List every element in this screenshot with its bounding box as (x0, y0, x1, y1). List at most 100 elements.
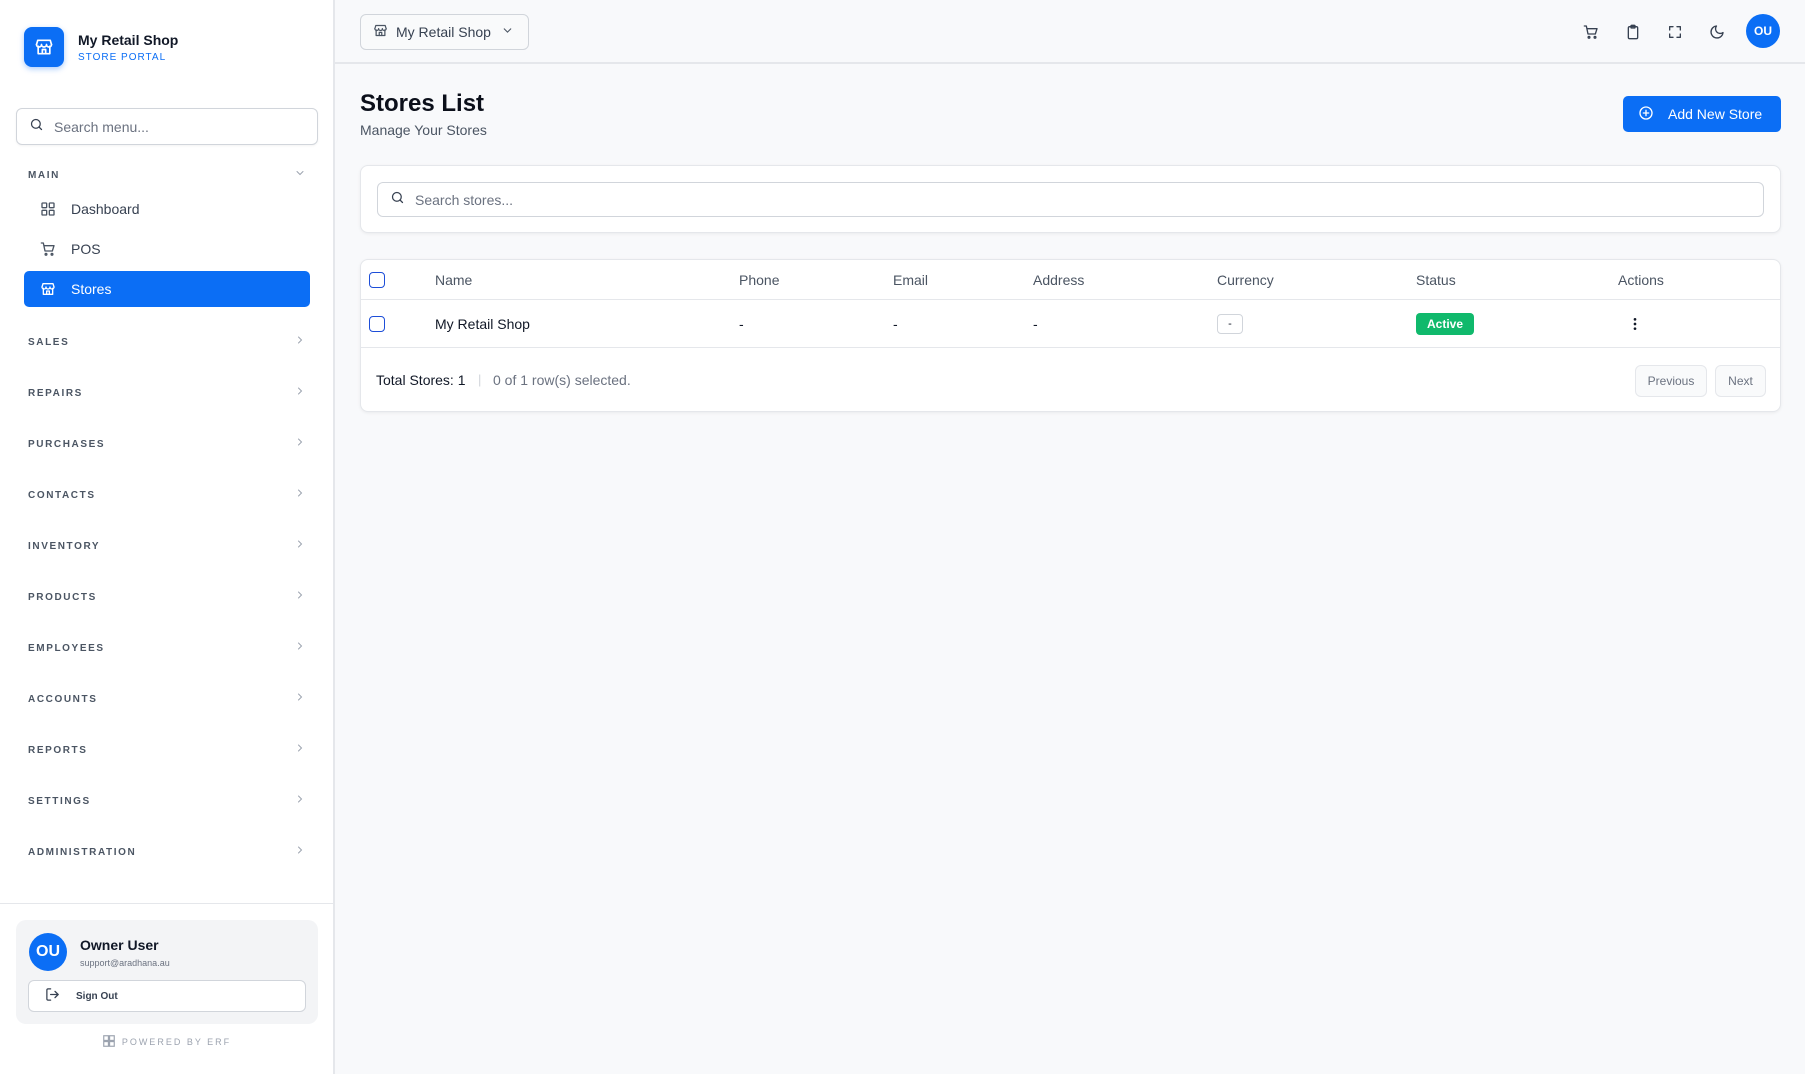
footer-separator: | (478, 372, 482, 387)
search-icon (29, 117, 44, 137)
moon-icon[interactable] (1705, 20, 1729, 44)
section-label: REPAIRS (28, 387, 83, 399)
section-accounts[interactable]: ACCOUNTS (28, 689, 306, 709)
cell-currency: - (1217, 300, 1243, 347)
row-select-cell (369, 300, 385, 347)
section-label: PURCHASES (28, 438, 106, 450)
total-stores-label: Total Stores: (376, 372, 454, 388)
section-label: CONTACTS (28, 489, 96, 501)
more-vertical-icon[interactable] (1623, 312, 1647, 336)
cell-name: My Retail Shop (435, 315, 530, 332)
search-icon (390, 190, 405, 210)
total-stores-value: 1 (457, 372, 466, 388)
select-all-cell (369, 260, 385, 299)
user-email: support@aradhana.au (80, 958, 170, 968)
user-avatar[interactable]: OU (1746, 14, 1780, 48)
section-label: SALES (28, 336, 70, 348)
status-badge: Active (1416, 312, 1475, 335)
powered-by: POWERED BY ERF (0, 1034, 333, 1050)
column-header-phone[interactable]: Phone (739, 260, 779, 299)
chevron-down-icon (501, 24, 514, 40)
brand-subtitle: STORE PORTAL (78, 51, 167, 63)
page-title: Stores List (360, 90, 485, 117)
avatar[interactable]: OU (29, 933, 67, 971)
previous-page-button[interactable]: Previous (1635, 365, 1707, 397)
select-all-checkbox[interactable] (369, 271, 385, 288)
store-icon (373, 23, 388, 41)
cell-address: - (1033, 315, 1038, 332)
topbar: My Retail Shop OU (335, 0, 1805, 64)
search-card (360, 165, 1781, 233)
total-stores: Total Stores: 1 (376, 372, 466, 388)
section-label: ACCOUNTS (28, 693, 98, 705)
cart-icon (40, 241, 56, 257)
logout-icon (45, 987, 60, 1005)
chevron-right-icon (294, 537, 306, 555)
section-products[interactable]: PRODUCTS (28, 587, 306, 607)
column-header-name[interactable]: Name (435, 260, 472, 299)
sign-out-label: Sign Out (76, 990, 118, 1002)
chevron-down-icon (294, 166, 306, 184)
brand[interactable]: My Retail Shop STORE PORTAL (24, 27, 178, 67)
store-selector[interactable]: My Retail Shop (360, 14, 529, 50)
store-selector-label: My Retail Shop (396, 24, 491, 40)
sidebar-item-label: POS (71, 241, 101, 257)
column-header-currency[interactable]: Currency (1217, 260, 1274, 299)
divider (0, 903, 333, 904)
chevron-right-icon (294, 741, 306, 759)
user-card: OU Owner User support@aradhana.au Sign O… (16, 920, 318, 1024)
table-header: Name Phone Email Address Currency Status… (361, 260, 1780, 300)
section-label: MAIN (28, 169, 60, 181)
powered-by-text: POWERED BY ERF (121, 1037, 232, 1047)
fullscreen-icon[interactable] (1663, 20, 1687, 44)
chevron-right-icon (294, 690, 306, 708)
section-settings[interactable]: SETTINGS (28, 791, 306, 811)
sidebar-item-label: Dashboard (71, 201, 140, 217)
section-label: EMPLOYEES (28, 642, 105, 654)
clipboard-icon[interactable] (1621, 20, 1645, 44)
chevron-right-icon (294, 333, 306, 351)
sign-out-button[interactable]: Sign Out (28, 980, 306, 1012)
page-subtitle: Manage Your Stores (360, 122, 487, 138)
sidebar-item-dashboard[interactable]: Dashboard (24, 191, 310, 227)
chevron-right-icon (294, 639, 306, 657)
chevron-right-icon (294, 843, 306, 861)
erf-logo-icon (102, 1034, 116, 1050)
cart-icon[interactable] (1579, 20, 1603, 44)
section-purchases[interactable]: PURCHASES (28, 434, 306, 454)
cell-status: Active (1416, 300, 1475, 347)
section-label: ADMINISTRATION (28, 846, 137, 858)
section-inventory[interactable]: INVENTORY (28, 536, 306, 556)
column-header-email[interactable]: Email (893, 260, 928, 299)
chevron-right-icon (294, 588, 306, 606)
section-label: SETTINGS (28, 795, 91, 807)
section-main[interactable]: MAIN (28, 165, 306, 185)
chevron-right-icon (294, 792, 306, 810)
store-icon (40, 281, 56, 297)
column-header-address[interactable]: Address (1033, 260, 1084, 299)
table-row[interactable]: My Retail Shop - - - - Active (361, 300, 1780, 348)
section-sales[interactable]: SALES (28, 332, 306, 352)
row-checkbox[interactable] (369, 315, 385, 332)
currency-chip: - (1217, 313, 1243, 334)
brand-name: My Retail Shop (78, 31, 179, 48)
section-repairs[interactable]: REPAIRS (28, 383, 306, 403)
next-page-button[interactable]: Next (1715, 365, 1766, 397)
sidebar-item-stores[interactable]: Stores (24, 271, 310, 307)
store-search-box (377, 182, 1764, 217)
section-reports[interactable]: REPORTS (28, 740, 306, 760)
section-employees[interactable]: EMPLOYEES (28, 638, 306, 658)
column-header-status[interactable]: Status (1416, 260, 1456, 299)
add-new-store-label: Add New Store (1668, 106, 1763, 122)
section-administration[interactable]: ADMINISTRATION (28, 842, 306, 862)
grid-icon (40, 201, 56, 217)
add-new-store-button[interactable]: Add New Store (1623, 96, 1781, 132)
plus-circle-icon (1638, 105, 1654, 124)
cell-actions (1623, 300, 1647, 347)
sidebar-item-pos[interactable]: POS (24, 231, 310, 267)
chevron-right-icon (294, 486, 306, 504)
chevron-right-icon (294, 435, 306, 453)
store-search-input[interactable] (415, 191, 1615, 208)
section-contacts[interactable]: CONTACTS (28, 485, 306, 505)
menu-search-input[interactable] (54, 118, 304, 135)
